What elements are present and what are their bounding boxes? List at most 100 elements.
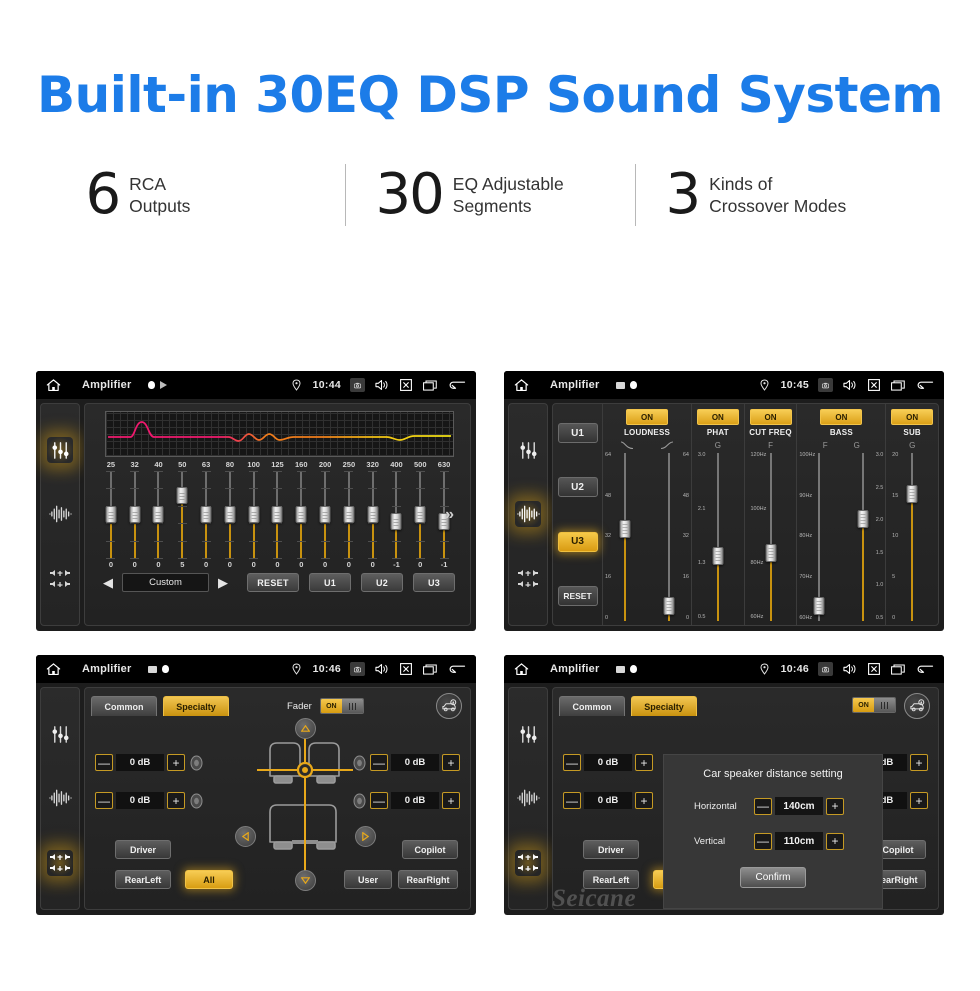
eq-fader[interactable] bbox=[123, 471, 147, 559]
bass-gain-slider[interactable]: 3.0 2.5 2.0 1.5 1.0 0.5 bbox=[843, 452, 883, 621]
minus-button[interactable]: — bbox=[754, 797, 772, 815]
sidebar-item-crossover[interactable] bbox=[515, 785, 541, 811]
fader-knob[interactable] bbox=[343, 506, 355, 524]
plus-button[interactable]: + bbox=[167, 754, 185, 771]
sidebar-item-balance[interactable] bbox=[515, 566, 541, 592]
sidebar-item-crossover[interactable] bbox=[47, 501, 73, 527]
plus-button[interactable]: + bbox=[167, 792, 185, 809]
bass-freq-slider[interactable]: 100Hz 90Hz 80Hz 70Hz 60Hz bbox=[799, 452, 839, 621]
tab-specialty[interactable]: Specialty bbox=[631, 696, 697, 716]
recents-icon[interactable] bbox=[890, 378, 905, 392]
fader-knob[interactable] bbox=[152, 506, 164, 524]
camera-icon[interactable] bbox=[818, 378, 833, 392]
plus-button[interactable]: + bbox=[910, 754, 928, 771]
preset-u2-button[interactable]: U2 bbox=[557, 477, 598, 498]
close-box-icon[interactable] bbox=[866, 662, 881, 676]
tab-common[interactable]: Common bbox=[559, 696, 625, 716]
minus-button[interactable]: — bbox=[95, 754, 113, 771]
reset-button[interactable]: RESET bbox=[557, 585, 598, 606]
nav-up-button[interactable] bbox=[295, 718, 316, 739]
close-box-icon[interactable] bbox=[398, 378, 413, 392]
eq-fader[interactable] bbox=[147, 471, 171, 559]
nav-left-button[interactable] bbox=[235, 826, 256, 847]
slider-knob[interactable] bbox=[765, 543, 776, 562]
sidebar-item-balance[interactable] bbox=[47, 566, 73, 592]
eq-fader[interactable] bbox=[313, 471, 337, 559]
minus-button[interactable]: — bbox=[563, 754, 581, 771]
eq-fader[interactable] bbox=[408, 471, 432, 559]
loudness-on-button[interactable]: ON bbox=[626, 409, 668, 425]
eq-fader[interactable] bbox=[242, 471, 266, 559]
minus-button[interactable]: — bbox=[95, 792, 113, 809]
slider-knob[interactable] bbox=[813, 597, 825, 616]
eq-fader[interactable] bbox=[218, 471, 242, 559]
minus-button[interactable]: — bbox=[370, 792, 388, 809]
eq-fader[interactable] bbox=[337, 471, 361, 559]
plus-button[interactable]: + bbox=[826, 797, 844, 815]
home-icon[interactable] bbox=[514, 662, 529, 676]
minus-button[interactable]: — bbox=[754, 832, 772, 850]
tab-common[interactable]: Common bbox=[91, 696, 157, 716]
recents-icon[interactable] bbox=[890, 662, 905, 676]
plus-button[interactable]: + bbox=[442, 754, 460, 771]
camera-icon[interactable] bbox=[818, 662, 833, 676]
camera-icon[interactable] bbox=[350, 378, 365, 392]
nav-right-button[interactable] bbox=[355, 826, 376, 847]
recents-icon[interactable] bbox=[422, 662, 437, 676]
home-icon[interactable] bbox=[514, 378, 529, 392]
prev-preset-button[interactable]: ◀ bbox=[100, 575, 116, 591]
cutfreq-on-button[interactable]: ON bbox=[749, 409, 792, 425]
eq-fader[interactable] bbox=[99, 471, 123, 559]
car-gear-icon[interactable] bbox=[436, 693, 462, 719]
minus-button[interactable]: — bbox=[563, 792, 581, 809]
eq-fader[interactable] bbox=[385, 471, 409, 559]
preset-u3-button[interactable]: U3 bbox=[413, 573, 455, 592]
sidebar-item-equalizer[interactable] bbox=[47, 721, 73, 747]
plus-button[interactable]: + bbox=[442, 792, 460, 809]
volume-icon[interactable] bbox=[842, 378, 857, 392]
seat-button-all[interactable]: All bbox=[185, 870, 233, 889]
car-gear-icon[interactable] bbox=[904, 693, 930, 719]
eq-fader[interactable] bbox=[266, 471, 290, 559]
home-icon[interactable] bbox=[46, 662, 61, 676]
fader-knob[interactable] bbox=[129, 506, 141, 524]
seat-button-driver[interactable]: Driver bbox=[583, 840, 639, 859]
phat-on-button[interactable]: ON bbox=[696, 409, 739, 425]
back-icon[interactable] bbox=[446, 662, 466, 676]
sidebar-item-equalizer[interactable] bbox=[515, 437, 541, 463]
seat-button-rearright[interactable]: RearRight bbox=[398, 870, 458, 889]
minus-button[interactable]: — bbox=[370, 754, 388, 771]
sidebar-item-balance[interactable] bbox=[515, 849, 541, 876]
slider-knob[interactable] bbox=[857, 510, 869, 529]
fader-knob[interactable] bbox=[200, 506, 212, 524]
fader-knob[interactable] bbox=[367, 506, 379, 524]
close-box-icon[interactable] bbox=[866, 378, 881, 392]
eq-fader[interactable] bbox=[361, 471, 385, 559]
back-icon[interactable] bbox=[914, 662, 934, 676]
recents-icon[interactable] bbox=[422, 378, 437, 392]
bass-on-button[interactable]: ON bbox=[820, 409, 863, 425]
sidebar-item-crossover[interactable] bbox=[515, 501, 541, 528]
seat-button-driver[interactable]: Driver bbox=[115, 840, 171, 859]
plus-button[interactable]: + bbox=[635, 754, 653, 771]
slider-knob[interactable] bbox=[712, 547, 724, 566]
phat-slider[interactable]: 3.0 2.1 1.3 0.5 bbox=[698, 452, 738, 621]
home-icon[interactable] bbox=[46, 378, 61, 392]
preset-u2-button[interactable]: U2 bbox=[361, 573, 403, 592]
volume-icon[interactable] bbox=[374, 378, 389, 392]
loudness-slider-1[interactable]: 64 48 32 16 0 bbox=[605, 452, 645, 621]
next-preset-button[interactable]: ▶ bbox=[215, 575, 231, 591]
slider-knob[interactable] bbox=[663, 597, 675, 616]
fader-knob[interactable] bbox=[224, 506, 236, 524]
slider-knob[interactable] bbox=[906, 484, 918, 503]
seat-button-user[interactable]: User bbox=[344, 870, 392, 889]
volume-icon[interactable] bbox=[374, 662, 389, 676]
loudness-slider-2[interactable]: 64 48 32 16 0 bbox=[649, 452, 689, 621]
eq-fader[interactable] bbox=[289, 471, 313, 559]
close-box-icon[interactable] bbox=[398, 662, 413, 676]
sidebar-item-balance[interactable] bbox=[47, 849, 73, 876]
preset-u1-button[interactable]: U1 bbox=[309, 573, 351, 592]
sub-on-button[interactable]: ON bbox=[891, 409, 934, 425]
car-seat-diagram[interactable] bbox=[235, 718, 376, 894]
tab-specialty[interactable]: Specialty bbox=[163, 696, 229, 716]
